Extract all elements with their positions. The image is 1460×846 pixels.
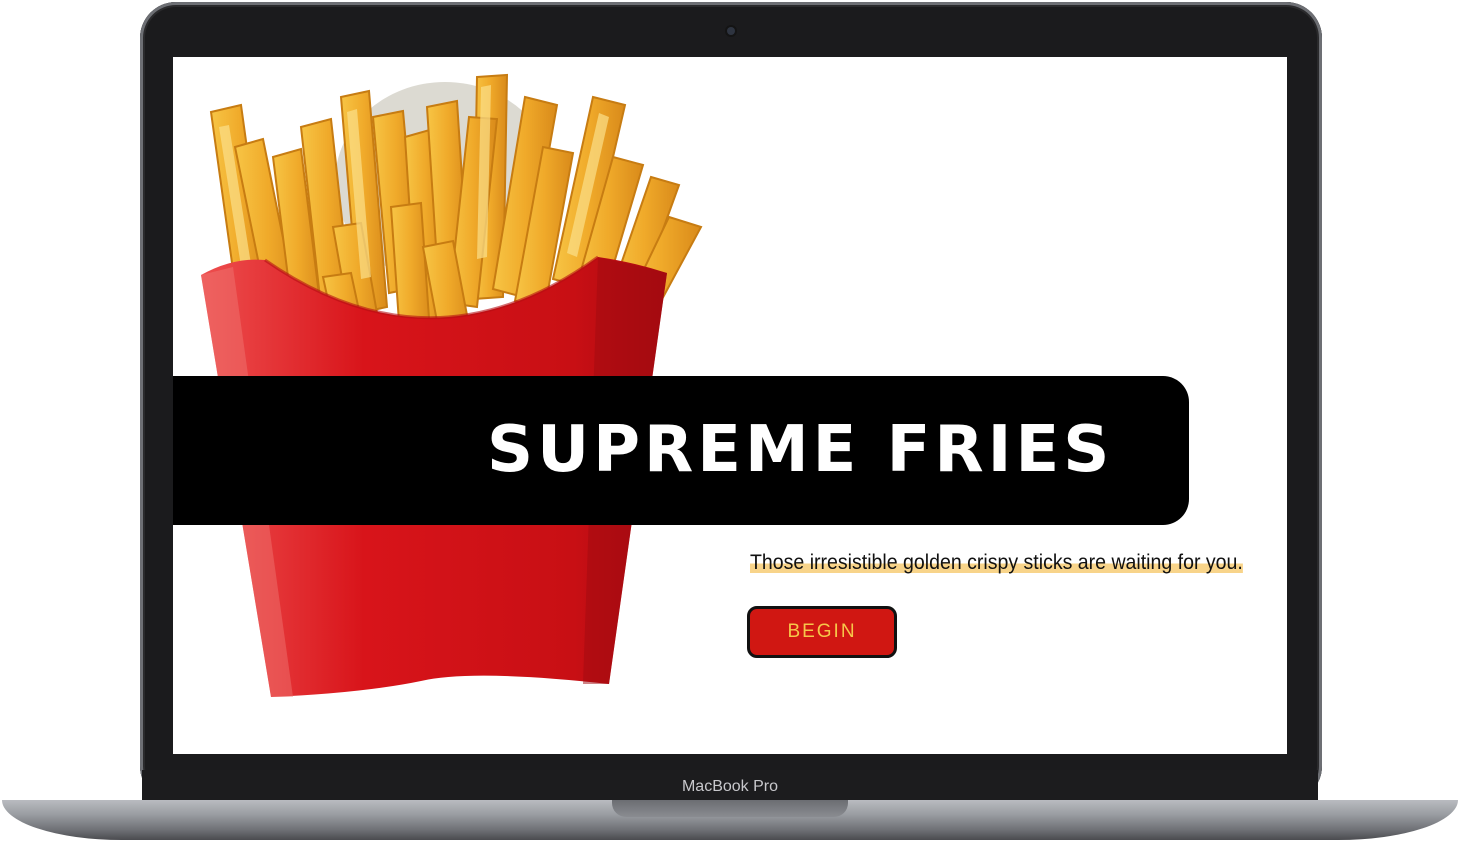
- tagline: Those irresistible golden crispy sticks …: [750, 551, 1243, 575]
- begin-button[interactable]: BEGIN: [747, 606, 897, 658]
- page-title: SUPREME FRIES: [487, 413, 1114, 487]
- camera-dot-icon: [727, 27, 735, 35]
- laptop-notch: [612, 800, 848, 817]
- device-brand-label: MacBook Pro: [681, 778, 779, 795]
- laptop-screen: SUPREME FRIES Those irresistible golden …: [173, 57, 1287, 754]
